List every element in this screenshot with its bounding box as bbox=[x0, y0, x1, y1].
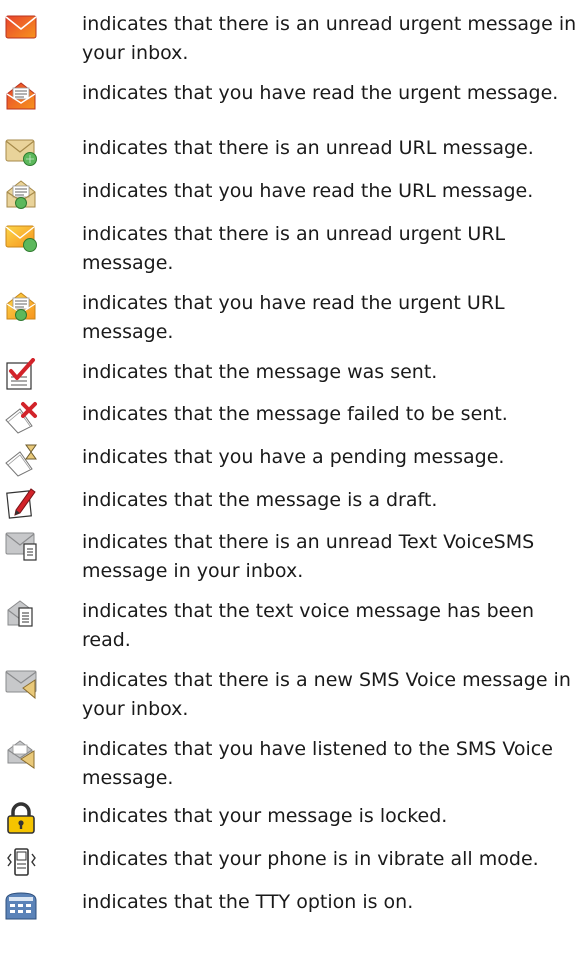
failed-message-icon bbox=[4, 400, 38, 434]
urgent-url-unread-message-icon bbox=[4, 220, 38, 254]
sms-voice-new-icon bbox=[4, 666, 38, 700]
vibrate-all-icon bbox=[4, 845, 38, 879]
urgent-unread-message-icon bbox=[4, 10, 38, 44]
locked-message-icon bbox=[4, 802, 38, 836]
text-voice-read-icon bbox=[4, 597, 38, 631]
text-voicesms-unread-icon bbox=[4, 528, 38, 562]
draft-message-icon bbox=[4, 486, 38, 520]
urgent-read-message-icon bbox=[4, 79, 38, 113]
url-read-message-icon bbox=[4, 177, 38, 211]
urgent-url-read-message-icon bbox=[4, 289, 38, 323]
sent-message-icon bbox=[4, 358, 38, 392]
sms-voice-listened-icon bbox=[4, 735, 38, 769]
tty-icon bbox=[4, 888, 38, 922]
url-unread-message-icon bbox=[4, 134, 38, 168]
pending-message-icon bbox=[4, 443, 38, 477]
